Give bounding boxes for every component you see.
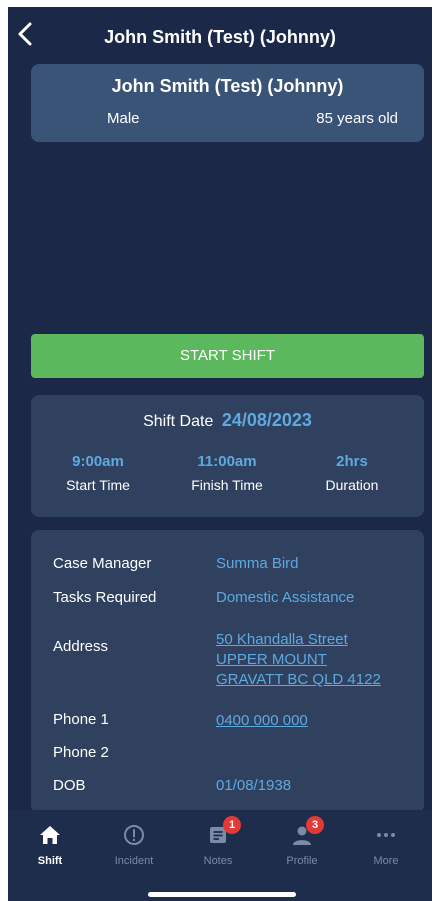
dob-label: DOB [53, 777, 86, 794]
phone1-link[interactable]: 0400 000 000 [216, 711, 308, 731]
duration-block: 2hrs Duration [287, 453, 417, 493]
dob-value: 01/08/1938 [216, 777, 292, 794]
tasks-label: Tasks Required [53, 589, 157, 606]
finish-time-label: Finish Time [191, 477, 263, 493]
alert-circle-icon [124, 825, 144, 845]
shift-card: Shift Date 24/08/2023 9:00am Start Time … [31, 395, 424, 517]
app-screen: John Smith (Test) (Johnny) John Smith (T… [8, 7, 432, 901]
home-indicator [148, 892, 296, 897]
home-icon [40, 826, 60, 844]
start-time-label: Start Time [66, 477, 130, 493]
client-card: John Smith (Test) (Johnny) Male 85 years… [31, 64, 424, 142]
tab-label: Shift [37, 855, 63, 867]
tab-label: Incident [114, 855, 154, 867]
tab-incident[interactable]: Incident [92, 810, 176, 870]
client-name: John Smith (Test) (Johnny) [111, 76, 344, 96]
profile-badge: 3 [306, 816, 324, 834]
case-manager-value: Summa Bird [216, 555, 299, 572]
shift-date-row: Shift Date 24/08/2023 [31, 410, 424, 431]
tab-shift[interactable]: Shift [8, 810, 92, 870]
duration-label: Duration [325, 477, 379, 493]
tab-bar: Shift Incident 1 Notes 3 Profile More [8, 810, 432, 901]
case-manager-label: Case Manager [53, 555, 152, 572]
tasks-value: Domestic Assistance [216, 589, 355, 606]
tab-profile[interactable]: 3 Profile [260, 810, 344, 870]
phone1-label: Phone 1 [53, 711, 109, 728]
address-line-1: 50 Khandalla Street [216, 631, 348, 648]
finish-time-value: 11:00am [197, 453, 257, 470]
phone2-label: Phone 2 [53, 744, 109, 761]
address-link[interactable]: 50 Khandalla Street UPPER MOUNT GRAVATT … [216, 630, 381, 690]
details-card: Case Manager Summa Bird Tasks Required D… [31, 530, 424, 813]
duration-value: 2hrs [336, 453, 368, 470]
tab-label: Profile [286, 855, 318, 867]
tab-label: Notes [203, 855, 233, 867]
address-line-2: UPPER MOUNT [216, 651, 327, 668]
start-time-block: 9:00am Start Time [33, 453, 163, 493]
start-time-value: 9:00am [72, 453, 124, 470]
notes-badge: 1 [223, 816, 241, 834]
tab-notes[interactable]: 1 Notes [176, 810, 260, 870]
header: John Smith (Test) (Johnny) [8, 7, 432, 63]
start-shift-button[interactable]: START SHIFT [31, 334, 424, 378]
tab-label: More [373, 855, 399, 867]
shift-date-value: 24/08/2023 [221, 410, 312, 430]
finish-time-block: 11:00am Finish Time [162, 453, 292, 493]
address-line-3: GRAVATT BC QLD 4122 [216, 671, 381, 688]
client-age: 85 years old [316, 110, 398, 127]
client-gender: Male [107, 110, 140, 127]
page-title: John Smith (Test) (Johnny) [104, 27, 336, 47]
address-label: Address [53, 638, 109, 655]
tab-more[interactable]: More [344, 810, 428, 870]
ellipsis-icon [377, 833, 395, 837]
shift-date-label: Shift Date [143, 413, 214, 430]
